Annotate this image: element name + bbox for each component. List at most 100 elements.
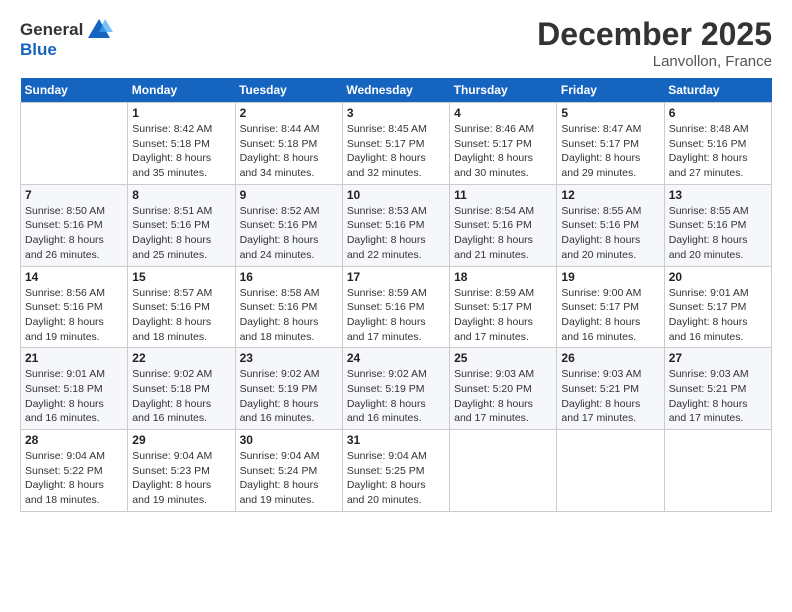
day-info: Sunrise: 9:04 AM Sunset: 5:25 PM Dayligh… — [347, 449, 445, 508]
calendar-cell: 6 Sunrise: 8:48 AM Sunset: 5:16 PM Daylig… — [664, 103, 771, 185]
day-number: 15 — [132, 270, 230, 284]
day-info: Sunrise: 8:57 AM Sunset: 5:16 PM Dayligh… — [132, 286, 230, 345]
day-info: Sunrise: 9:02 AM Sunset: 5:19 PM Dayligh… — [240, 367, 338, 426]
calendar-cell: 2 Sunrise: 8:44 AM Sunset: 5:18 PM Daylig… — [235, 103, 342, 185]
day-info: Sunrise: 9:04 AM Sunset: 5:22 PM Dayligh… — [25, 449, 123, 508]
calendar-cell: 31 Sunrise: 9:04 AM Sunset: 5:25 PM Dayli… — [342, 430, 449, 512]
calendar-cell — [557, 430, 664, 512]
day-number: 27 — [669, 351, 767, 365]
day-info: Sunrise: 8:59 AM Sunset: 5:16 PM Dayligh… — [347, 286, 445, 345]
page: General Blue December 2025 Lanvollon, Fr… — [0, 0, 792, 612]
logo-icon — [85, 16, 113, 44]
day-info: Sunrise: 8:42 AM Sunset: 5:18 PM Dayligh… — [132, 122, 230, 181]
calendar-row: 14Sunrise: 8:56 AM Sunset: 5:16 PM Dayli… — [21, 266, 772, 348]
logo-blue: Blue — [20, 40, 57, 60]
day-number: 9 — [240, 188, 338, 202]
day-number: 6 — [669, 106, 767, 120]
day-number: 7 — [25, 188, 123, 202]
day-number: 16 — [240, 270, 338, 284]
day-info: Sunrise: 9:02 AM Sunset: 5:19 PM Dayligh… — [347, 367, 445, 426]
calendar-cell: 23 Sunrise: 9:02 AM Sunset: 5:19 PM Dayli… — [235, 348, 342, 430]
day-info: Sunrise: 9:01 AM Sunset: 5:18 PM Dayligh… — [25, 367, 123, 426]
calendar-cell — [664, 430, 771, 512]
day-info: Sunrise: 8:48 AM Sunset: 5:16 PM Dayligh… — [669, 122, 767, 181]
calendar-cell: 15 Sunrise: 8:57 AM Sunset: 5:16 PM Dayli… — [128, 266, 235, 348]
calendar-cell: 9 Sunrise: 8:52 AM Sunset: 5:16 PM Daylig… — [235, 184, 342, 266]
day-info: Sunrise: 8:44 AM Sunset: 5:18 PM Dayligh… — [240, 122, 338, 181]
day-number: 20 — [669, 270, 767, 284]
day-info: Sunrise: 8:46 AM Sunset: 5:17 PM Dayligh… — [454, 122, 552, 181]
day-number: 28 — [25, 433, 123, 447]
calendar-cell: 7 Sunrise: 8:50 AM Sunset: 5:16 PM Daylig… — [21, 184, 128, 266]
weekday-header-cell: Thursday — [450, 78, 557, 103]
day-number: 2 — [240, 106, 338, 120]
day-number: 11 — [454, 188, 552, 202]
calendar-cell: 22Sunrise: 9:02 AM Sunset: 5:18 PM Dayli… — [128, 348, 235, 430]
calendar-row: 1 Sunrise: 8:42 AM Sunset: 5:18 PM Daylig… — [21, 103, 772, 185]
logo: General Blue — [20, 16, 113, 60]
weekday-header-row: SundayMondayTuesdayWednesdayThursdayFrid… — [21, 78, 772, 103]
calendar-cell: 26 Sunrise: 9:03 AM Sunset: 5:21 PM Dayli… — [557, 348, 664, 430]
calendar-table: SundayMondayTuesdayWednesdayThursdayFrid… — [20, 78, 772, 512]
calendar-cell: 27Sunrise: 9:03 AM Sunset: 5:21 PM Dayli… — [664, 348, 771, 430]
calendar-cell: 30 Sunrise: 9:04 AM Sunset: 5:24 PM Dayli… — [235, 430, 342, 512]
day-info: Sunrise: 8:47 AM Sunset: 5:17 PM Dayligh… — [561, 122, 659, 181]
day-info: Sunrise: 9:03 AM Sunset: 5:20 PM Dayligh… — [454, 367, 552, 426]
day-number: 23 — [240, 351, 338, 365]
calendar-cell: 14Sunrise: 8:56 AM Sunset: 5:16 PM Dayli… — [21, 266, 128, 348]
day-info: Sunrise: 9:03 AM Sunset: 5:21 PM Dayligh… — [561, 367, 659, 426]
calendar-cell: 8Sunrise: 8:51 AM Sunset: 5:16 PM Daylig… — [128, 184, 235, 266]
day-info: Sunrise: 8:56 AM Sunset: 5:16 PM Dayligh… — [25, 286, 123, 345]
day-info: Sunrise: 8:54 AM Sunset: 5:16 PM Dayligh… — [454, 204, 552, 263]
day-number: 13 — [669, 188, 767, 202]
calendar-body: 1 Sunrise: 8:42 AM Sunset: 5:18 PM Daylig… — [21, 103, 772, 512]
calendar-cell: 24 Sunrise: 9:02 AM Sunset: 5:19 PM Dayli… — [342, 348, 449, 430]
calendar-cell: 28 Sunrise: 9:04 AM Sunset: 5:22 PM Dayli… — [21, 430, 128, 512]
day-number: 8 — [132, 188, 230, 202]
day-number: 12 — [561, 188, 659, 202]
day-info: Sunrise: 8:53 AM Sunset: 5:16 PM Dayligh… — [347, 204, 445, 263]
month-title: December 2025 — [537, 16, 772, 53]
weekday-header-cell: Monday — [128, 78, 235, 103]
calendar-cell: 17Sunrise: 8:59 AM Sunset: 5:16 PM Dayli… — [342, 266, 449, 348]
weekday-header-cell: Saturday — [664, 78, 771, 103]
location-title: Lanvollon, France — [537, 53, 772, 70]
calendar-cell: 29 Sunrise: 9:04 AM Sunset: 5:23 PM Dayli… — [128, 430, 235, 512]
day-info: Sunrise: 8:58 AM Sunset: 5:16 PM Dayligh… — [240, 286, 338, 345]
day-info: Sunrise: 8:55 AM Sunset: 5:16 PM Dayligh… — [561, 204, 659, 263]
day-number: 1 — [132, 106, 230, 120]
calendar-cell: 10Sunrise: 8:53 AM Sunset: 5:16 PM Dayli… — [342, 184, 449, 266]
day-number: 29 — [132, 433, 230, 447]
day-number: 18 — [454, 270, 552, 284]
weekday-header-cell: Sunday — [21, 78, 128, 103]
day-info: Sunrise: 9:04 AM Sunset: 5:23 PM Dayligh… — [132, 449, 230, 508]
day-info: Sunrise: 8:50 AM Sunset: 5:16 PM Dayligh… — [25, 204, 123, 263]
calendar-cell: 3 Sunrise: 8:45 AM Sunset: 5:17 PM Daylig… — [342, 103, 449, 185]
weekday-header-cell: Wednesday — [342, 78, 449, 103]
calendar-cell: 19Sunrise: 9:00 AM Sunset: 5:17 PM Dayli… — [557, 266, 664, 348]
day-number: 31 — [347, 433, 445, 447]
calendar-cell — [21, 103, 128, 185]
calendar-cell: 18Sunrise: 8:59 AM Sunset: 5:17 PM Dayli… — [450, 266, 557, 348]
day-info: Sunrise: 9:00 AM Sunset: 5:17 PM Dayligh… — [561, 286, 659, 345]
calendar-row: 21 Sunrise: 9:01 AM Sunset: 5:18 PM Dayli… — [21, 348, 772, 430]
day-number: 30 — [240, 433, 338, 447]
day-number: 4 — [454, 106, 552, 120]
day-number: 25 — [454, 351, 552, 365]
day-number: 24 — [347, 351, 445, 365]
day-info: Sunrise: 9:04 AM Sunset: 5:24 PM Dayligh… — [240, 449, 338, 508]
calendar-cell: 16 Sunrise: 8:58 AM Sunset: 5:16 PM Dayli… — [235, 266, 342, 348]
day-number: 3 — [347, 106, 445, 120]
calendar-cell: 25 Sunrise: 9:03 AM Sunset: 5:20 PM Dayli… — [450, 348, 557, 430]
day-info: Sunrise: 8:52 AM Sunset: 5:16 PM Dayligh… — [240, 204, 338, 263]
day-number: 21 — [25, 351, 123, 365]
calendar-cell: 4 Sunrise: 8:46 AM Sunset: 5:17 PM Daylig… — [450, 103, 557, 185]
day-number: 26 — [561, 351, 659, 365]
calendar-cell: 20Sunrise: 9:01 AM Sunset: 5:17 PM Dayli… — [664, 266, 771, 348]
calendar-cell: 21 Sunrise: 9:01 AM Sunset: 5:18 PM Dayli… — [21, 348, 128, 430]
calendar-cell: 5Sunrise: 8:47 AM Sunset: 5:17 PM Daylig… — [557, 103, 664, 185]
title-block: December 2025 Lanvollon, France — [537, 16, 772, 70]
calendar-cell: 13Sunrise: 8:55 AM Sunset: 5:16 PM Dayli… — [664, 184, 771, 266]
calendar-row: 7 Sunrise: 8:50 AM Sunset: 5:16 PM Daylig… — [21, 184, 772, 266]
day-info: Sunrise: 8:45 AM Sunset: 5:17 PM Dayligh… — [347, 122, 445, 181]
